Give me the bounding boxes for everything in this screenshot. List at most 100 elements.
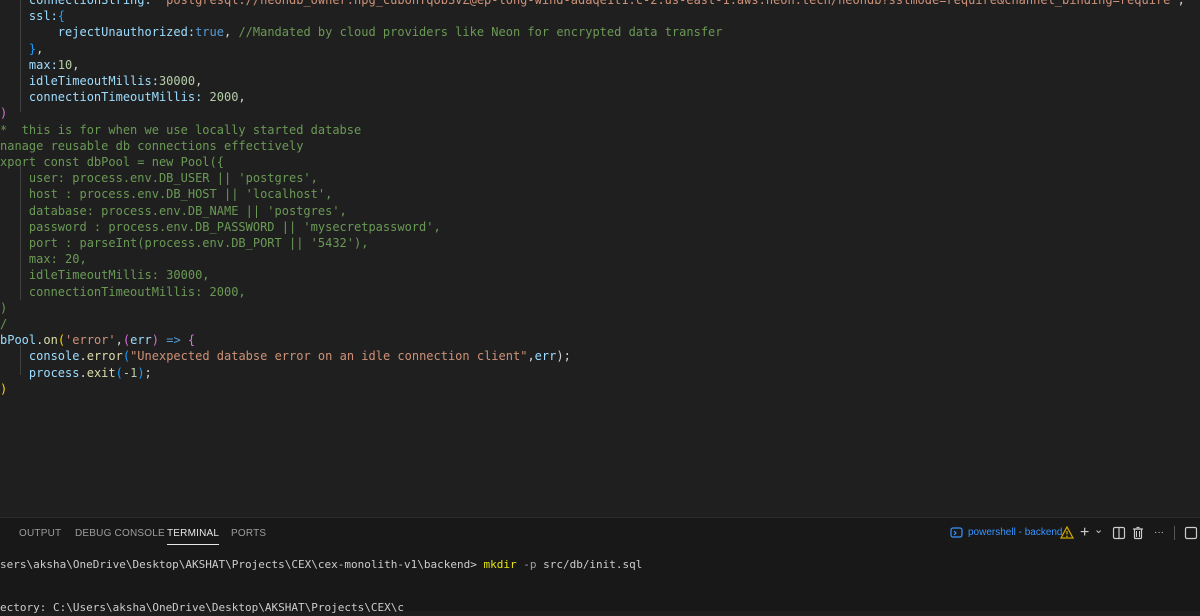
terminal-command-line[interactable]: sers\aksha\OneDrive\Desktop\AKSHAT\Proje… — [0, 557, 642, 573]
code-line: nanage reusable db connections effective… — [0, 138, 303, 154]
code-line: max:10, — [0, 57, 80, 73]
code-line: max: 20, — [0, 251, 87, 267]
tab-terminal[interactable]: TERMINAL — [167, 527, 220, 545]
code-line: connectionTimeoutMillis: 2000, — [0, 284, 246, 300]
split-terminal-icon[interactable] — [1112, 526, 1126, 546]
code-token: host : process.env.DB_HOST || 'localhost… — [0, 187, 333, 202]
more-actions-icon[interactable]: ··· — [1154, 523, 1164, 543]
code-token: , — [36, 41, 44, 56]
code-token: , — [238, 90, 246, 105]
code-token: max: 20, — [0, 252, 87, 267]
terminal-output-line: ectory: C:\Users\aksha\OneDrive\Desktop\… — [0, 601, 404, 614]
terminal-prompt: sers\aksha\OneDrive\Desktop\AKSHAT\Proje… — [0, 558, 484, 571]
code-token: 'error' — [65, 333, 116, 348]
warning-icon[interactable] — [1059, 525, 1075, 546]
code-line: / — [0, 316, 7, 332]
code-token: , — [1177, 0, 1185, 7]
code-token: database: process.env.DB_NAME || 'postgr… — [0, 203, 347, 218]
code-token: , — [115, 333, 123, 348]
code-token: password : process.env.DB_PASSWORD || 'm… — [0, 219, 441, 234]
code-token: ssl: — [0, 9, 58, 24]
code-token: 'postgresql://neondb_owner:npg_cubohYqob… — [158, 0, 1178, 7]
code-token: 10 — [57, 57, 73, 72]
code-line: ssl:{ — [0, 8, 65, 24]
code-line: idleTimeoutMillis: 30000, — [0, 267, 210, 283]
code-token: connectionTimeoutMillis: — [0, 90, 210, 105]
code-token: ) — [0, 381, 8, 396]
code-token: { — [57, 9, 66, 24]
code-token: ); — [556, 349, 571, 364]
code-token: ) — [151, 333, 160, 348]
code-token: nanage reusable db connections effective… — [0, 138, 304, 153]
code-token: . — [79, 365, 87, 380]
code-editor[interactable]: connectionString: 'postgresql://neondb_o… — [0, 0, 1200, 517]
code-line: bPool.on('error',(err) => { — [0, 332, 195, 348]
terminal-command-flag: -p — [516, 558, 544, 571]
code-token: err — [534, 349, 557, 364]
code-token: { — [187, 333, 196, 348]
code-token: connectionString: — [0, 0, 159, 7]
code-token: -1 — [122, 365, 138, 380]
code-token: error — [86, 349, 123, 364]
tab-output[interactable]: OUTPUT — [19, 527, 61, 541]
code-token: ( — [57, 333, 66, 348]
code-token: idleTimeoutMillis: 30000, — [0, 268, 210, 283]
code-token: xport const dbPool = new Pool({ — [0, 155, 224, 169]
code-token: ) — [0, 106, 8, 121]
maximize-panel-icon[interactable] — [1184, 526, 1198, 546]
code-line: ) — [0, 381, 7, 397]
code-token: => — [159, 333, 188, 348]
code-token: ; — [144, 365, 152, 380]
code-token: bPool — [0, 333, 37, 348]
terminal-command: mkdir — [483, 558, 517, 571]
code-token: ( — [122, 349, 131, 364]
code-token: ( — [122, 333, 131, 348]
code-token: connectionTimeoutMillis: 2000, — [0, 284, 246, 299]
code-token: ) — [137, 365, 145, 380]
code-token: 2000 — [209, 90, 239, 105]
chevron-down-icon[interactable]: ⌄ — [1094, 520, 1103, 540]
code-token: //Mandated by cloud providers like Neon … — [238, 25, 723, 40]
code-line: connectionTimeoutMillis: 2000, — [0, 89, 246, 105]
code-line: xport const dbPool = new Pool({ — [0, 154, 224, 170]
terminal-toolbar: powershell - backend + ⌄ ··· — [940, 523, 1200, 543]
code-token: on — [43, 333, 58, 348]
code-token: * this is for when we use locally starte… — [0, 122, 362, 137]
code-token: err — [130, 333, 152, 348]
code-line: console.error("Unexpected databse error … — [0, 348, 571, 364]
code-line: password : process.env.DB_PASSWORD || 'm… — [0, 219, 441, 235]
terminal-command-arg: src/db/init.sql — [543, 558, 643, 571]
code-token: / — [0, 317, 8, 331]
tab-debug-console[interactable]: DEBUG CONSOLE — [75, 527, 165, 541]
code-line: host : process.env.DB_HOST || 'localhost… — [0, 186, 332, 202]
code-token: 30000 — [158, 74, 196, 88]
code-line: idleTimeoutMillis:30000, — [0, 73, 202, 89]
panel-tabs: OUTPUT DEBUG CONSOLE TERMINAL PORTS — [0, 518, 700, 548]
code-line: }, — [0, 41, 43, 57]
code-line: rejectUnauthorized:true, //Mandated by c… — [0, 24, 723, 40]
code-line: user: process.env.DB_USER || 'postgres', — [0, 170, 318, 186]
code-token: exit — [86, 365, 116, 380]
code-line: ) — [0, 105, 7, 121]
code-token: ( — [115, 365, 123, 380]
code-token: . — [79, 349, 87, 364]
code-token: process — [0, 365, 80, 380]
trash-icon[interactable] — [1131, 526, 1145, 546]
code-token: port : parseInt(process.env.DB_PORT || '… — [0, 236, 369, 250]
terminal-icon[interactable] — [950, 526, 964, 546]
code-token: console — [0, 349, 80, 364]
code-line: * this is for when we use locally starte… — [0, 122, 361, 138]
code-line: port : parseInt(process.env.DB_PORT || '… — [0, 235, 369, 251]
code-line: process.exit(-1); — [0, 365, 152, 381]
code-token: , — [72, 57, 80, 72]
code-token: , — [195, 74, 203, 88]
code-token: , — [223, 25, 239, 40]
code-token: max: — [0, 57, 58, 72]
code-token: user: process.env.DB_USER || 'postgres', — [0, 171, 318, 186]
terminal-name[interactable]: powershell - backend — [968, 523, 1063, 543]
code-line: connectionString: 'postgresql://neondb_o… — [0, 0, 1185, 8]
tab-ports[interactable]: PORTS — [231, 527, 266, 541]
code-token: "Unexpected databse error on an idle con… — [130, 349, 528, 364]
add-terminal-icon[interactable]: + — [1080, 523, 1089, 543]
